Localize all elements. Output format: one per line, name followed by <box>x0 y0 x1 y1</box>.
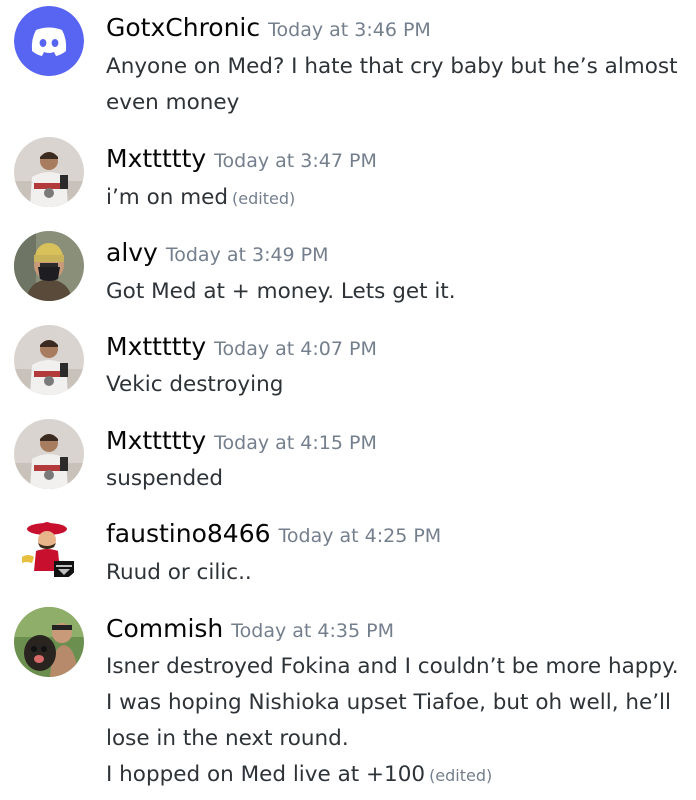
avatar[interactable] <box>14 513 84 583</box>
message-content: Isner destroyed Fokina and I couldn’t be… <box>106 649 686 794</box>
timestamp: Today at 4:25 PM <box>278 525 442 547</box>
message-line: Isner destroyed Fokina and I couldn’t be… <box>106 654 679 679</box>
avatar[interactable] <box>14 6 84 76</box>
timestamp: Today at 3:47 PM <box>214 150 377 172</box>
message-line: I was hoping Nishioka upset Tiafoe, but … <box>106 690 671 715</box>
username[interactable]: faustino8466 <box>106 519 271 548</box>
edited-tag: (edited) <box>429 766 493 785</box>
avatar[interactable] <box>14 419 84 489</box>
timestamp: Today at 4:35 PM <box>231 620 394 642</box>
person-with-dog-avatar <box>14 607 84 677</box>
timestamp: Today at 4:07 PM <box>214 338 377 360</box>
message-line: i’m on med <box>106 185 229 210</box>
message-line: Anyone on Med? I hate that cry baby but … <box>106 54 678 79</box>
timestamp: Today at 3:46 PM <box>268 19 431 41</box>
hockey-player-avatar <box>14 419 84 489</box>
message-content: Got Med at + money. Lets get it. <box>106 274 686 310</box>
cartoon-sombrero-mascot-avatar <box>14 513 84 583</box>
hockey-player-avatar <box>14 325 84 395</box>
username[interactable]: GotxChronic <box>106 13 260 42</box>
avatar[interactable] <box>14 325 84 395</box>
message-line: Got Med at + money. Lets get it. <box>106 279 456 304</box>
hockey-player-avatar <box>14 137 84 207</box>
username[interactable]: Mxttttty <box>106 332 206 361</box>
discord-logo-icon <box>14 6 84 76</box>
message-content: Ruud or cilic.. <box>106 555 686 591</box>
message-line: lose in the next round. <box>106 726 349 751</box>
username[interactable]: Mxttttty <box>106 144 206 173</box>
message-line: suspended <box>106 466 224 491</box>
message-content: Vekic destroying <box>106 367 686 403</box>
message-list: GotxChronic Today at 3:46 PM Anyone on Me… <box>0 0 696 800</box>
message-content: Anyone on Med? I hate that cry baby but … <box>106 49 686 121</box>
person-yellow-beanie-avatar <box>14 231 84 301</box>
username[interactable]: alvy <box>106 238 158 267</box>
edited-tag: (edited) <box>232 189 296 208</box>
timestamp: Today at 3:49 PM <box>165 244 329 266</box>
message-content: suspended <box>106 461 686 497</box>
message-line: even money <box>106 90 240 115</box>
timestamp: Today at 4:15 PM <box>214 432 377 454</box>
message-line: I hopped on Med live at +100 <box>106 762 426 787</box>
message-line: Ruud or cilic.. <box>106 560 252 585</box>
username[interactable]: Mxttttty <box>106 426 206 455</box>
avatar[interactable] <box>14 231 84 301</box>
username[interactable]: Commish <box>106 614 223 643</box>
avatar[interactable] <box>14 607 84 677</box>
message-line: Vekic destroying <box>106 372 284 397</box>
message-content: i’m on med (edited) <box>106 180 686 217</box>
avatar[interactable] <box>14 137 84 207</box>
